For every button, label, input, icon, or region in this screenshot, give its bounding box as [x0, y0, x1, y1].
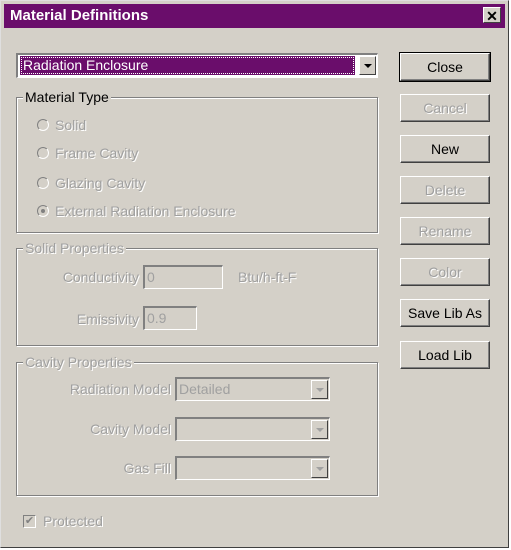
radiation-model-dropdown-button[interactable]	[311, 380, 328, 399]
material-select[interactable]: Radiation Enclosure	[16, 53, 378, 78]
solid-properties-group: Solid Properties Conductivity 0 Btu/h-ft…	[16, 240, 378, 346]
radio-selected-icon	[37, 205, 49, 217]
conductivity-label: Conductivity	[62, 269, 139, 285]
material-type-group: Material Type Solid Frame Cavity Glazing…	[16, 89, 378, 233]
window-title: Material Definitions	[10, 7, 149, 24]
radio-icon	[37, 177, 49, 189]
radio-label: Glazing Cavity	[55, 175, 146, 191]
radiation-model-label: Radiation Model	[69, 381, 171, 397]
radio-frame-cavity[interactable]: Frame Cavity	[37, 143, 138, 163]
cancel-button[interactable]: Cancel	[400, 94, 490, 122]
title-bar[interactable]: Material Definitions ✕	[4, 4, 505, 28]
conductivity-unit: Btu/h-ft-F	[238, 269, 297, 285]
emissivity-label: Emissivity	[76, 311, 139, 327]
conductivity-field[interactable]: 0	[143, 265, 223, 289]
chevron-down-icon	[364, 64, 372, 68]
radiation-model-value: Detailed	[179, 381, 231, 397]
radiation-model-select[interactable]: Detailed	[175, 377, 330, 401]
chevron-down-icon	[316, 428, 324, 432]
radio-external-radiation-enclosure[interactable]: External Radiation Enclosure	[37, 201, 236, 221]
gas-fill-dropdown-button[interactable]	[311, 459, 328, 478]
emissivity-field[interactable]: 0.9	[143, 306, 197, 330]
cavity-model-dropdown-button[interactable]	[311, 420, 328, 439]
material-select-dropdown-button[interactable]	[359, 56, 376, 75]
color-button[interactable]: Color	[400, 258, 490, 286]
cavity-properties-group: Cavity Properties Radiation Model Detail…	[16, 354, 378, 496]
radio-label: External Radiation Enclosure	[55, 203, 236, 219]
radio-label: Solid	[55, 117, 87, 133]
load-lib-button[interactable]: Load Lib	[400, 341, 490, 369]
solid-properties-legend: Solid Properties	[23, 240, 126, 256]
gas-fill-select[interactable]	[175, 456, 330, 480]
cavity-model-select[interactable]	[175, 417, 330, 441]
radio-icon	[37, 119, 49, 131]
close-button[interactable]: Close	[399, 52, 491, 82]
radio-icon	[37, 147, 49, 159]
chevron-down-icon	[316, 467, 324, 471]
save-lib-as-button[interactable]: Save Lib As	[400, 299, 490, 327]
material-type-legend: Material Type	[23, 89, 111, 105]
gas-fill-label: Gas Fill	[123, 460, 171, 476]
radio-label: Frame Cavity	[55, 145, 139, 161]
protected-label: Protected	[43, 513, 103, 529]
material-definitions-dialog: Material Definitions ✕ Radiation Enclosu…	[0, 0, 509, 548]
radio-glazing-cavity[interactable]: Glazing Cavity	[37, 173, 145, 193]
cavity-model-label: Cavity Model	[90, 421, 171, 437]
delete-button[interactable]: Delete	[400, 176, 490, 204]
protected-checkbox[interactable]: ✔	[23, 515, 36, 528]
chevron-down-icon	[316, 388, 324, 392]
checkmark-icon: ✔	[24, 515, 35, 527]
cavity-properties-legend: Cavity Properties	[23, 354, 134, 370]
new-button[interactable]: New	[400, 135, 490, 163]
material-select-value: Radiation Enclosure	[20, 56, 355, 75]
radio-solid[interactable]: Solid	[37, 115, 86, 135]
rename-button[interactable]: Rename	[400, 217, 490, 245]
close-window-button[interactable]: ✕	[483, 7, 501, 24]
